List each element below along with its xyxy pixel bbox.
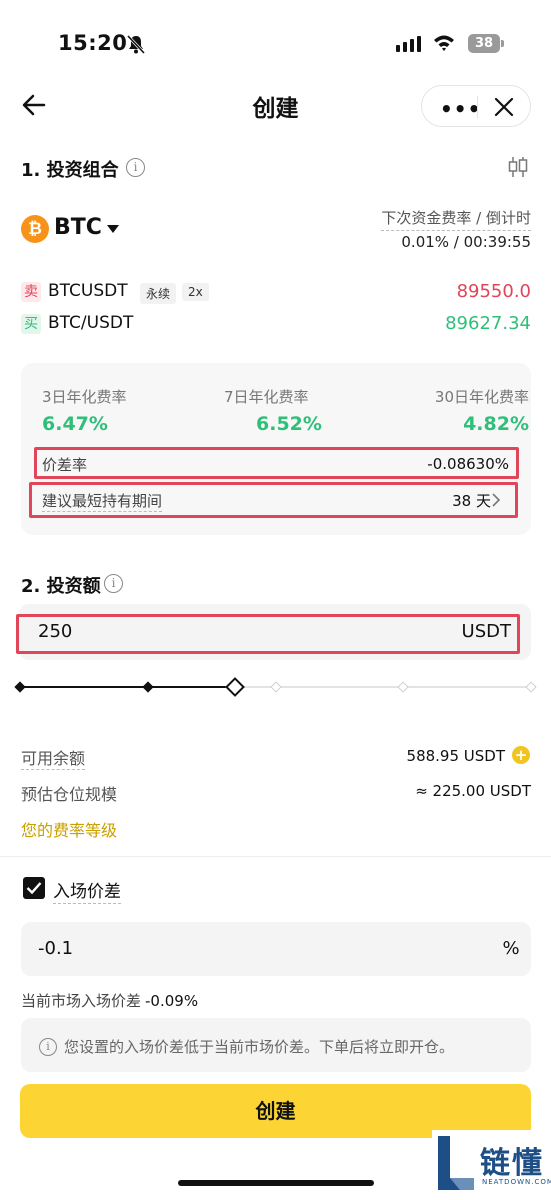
check-icon [26, 882, 42, 895]
slider-mark-25[interactable] [142, 681, 154, 693]
more-icon[interactable]: ••• [440, 97, 481, 121]
hold-period-value[interactable]: 38 天 [452, 490, 491, 511]
section-portfolio-title: 1. 投资组合 [21, 160, 119, 181]
fee-level-link[interactable]: 您的费率等级 [21, 817, 117, 841]
sell-price: 89550.0 [456, 281, 531, 302]
next-funding-rate-value: 0.01% / 00:39:55 [401, 233, 531, 251]
rate-3d-value: 6.47% [42, 413, 108, 435]
section-amount-title: 2. 投资额 [21, 576, 101, 597]
battery-tip [501, 40, 504, 47]
entry-spread-unit: % [502, 938, 520, 959]
battery-icon: 38 [468, 34, 500, 53]
caret-down-icon[interactable] [107, 225, 119, 233]
leverage-chip: 2x [182, 283, 209, 301]
watermark-logo [438, 1136, 474, 1190]
buy-price: 89627.34 [445, 313, 531, 334]
slider-thumb[interactable] [225, 677, 245, 697]
info-icon[interactable]: i [104, 574, 123, 593]
position-label: 预估仓位规模 [21, 785, 118, 804]
sell-pair: BTCUSDT [48, 281, 128, 301]
capsule-divider [477, 96, 478, 118]
slider-track-filled[interactable] [20, 686, 235, 688]
chevron-right-icon[interactable] [491, 493, 501, 507]
buy-tag: 买 [21, 314, 41, 334]
amount-value[interactable]: 250 [38, 621, 72, 642]
cellular-signal-icon [396, 36, 421, 52]
divider [0, 856, 551, 857]
info-icon[interactable]: i [126, 158, 145, 177]
position-value: ≈ 225.00 USDT [415, 782, 531, 800]
slider-mark-100[interactable] [525, 681, 537, 693]
watermark-text: 链懂 [480, 1146, 544, 1181]
bell-muted-icon [126, 34, 146, 55]
rate-7d-label: 7日年化费率 [224, 388, 309, 406]
rate-3d-label: 3日年化费率 [42, 388, 127, 406]
spread-rate-value: -0.08630% [427, 455, 509, 473]
candlestick-icon[interactable] [506, 155, 530, 179]
entry-spread-label[interactable]: 入场价差 [53, 877, 121, 904]
spread-rate-label: 价差率 [42, 456, 88, 474]
slider-mark-62[interactable] [270, 681, 282, 693]
entry-spread-checkbox[interactable] [23, 877, 45, 899]
slider-mark-0[interactable] [14, 681, 26, 693]
home-indicator [178, 1180, 374, 1186]
amount-unit: USDT [461, 621, 511, 642]
next-funding-rate-label[interactable]: 下次资金费率 / 倒计时 [381, 207, 531, 231]
balance-label: 可用余额 [21, 745, 86, 770]
rate-30d-label: 30日年化费率 [434, 388, 529, 406]
buy-pair: BTC/USDT [48, 313, 134, 333]
sell-tag: 卖 [21, 282, 41, 302]
market-spread-value: -0.09% [145, 992, 199, 1010]
amount-highlight [16, 614, 520, 654]
asset-selector[interactable]: BTC [54, 215, 102, 240]
info-icon: i [39, 1038, 57, 1056]
status-time: 15:20 [58, 31, 128, 55]
close-icon[interactable] [493, 96, 515, 118]
market-spread: 当前市场入场价差 -0.09% [21, 990, 198, 1011]
spread-notice-text: 您设置的入场价差低于当前市场价差。下单后将立即开仓。 [64, 1038, 455, 1056]
mini-program-capsule: ••• [421, 85, 531, 127]
wifi-icon [434, 35, 454, 51]
balance-value: 588.95 USDT [406, 747, 505, 765]
watermark-subtext: NEATDOWN.COM [482, 1178, 551, 1186]
hold-period-label[interactable]: 建议最短持有期间 [42, 490, 163, 512]
bitcoin-icon: ₿ [21, 215, 49, 243]
entry-spread-input[interactable] [21, 922, 531, 976]
entry-spread-value[interactable]: -0.1 [38, 938, 73, 959]
rate-30d-value: 4.82% [463, 413, 529, 435]
slider-mark-75[interactable] [397, 681, 409, 693]
plus-icon[interactable]: + [512, 746, 530, 764]
market-spread-label: 当前市场入场价差 [21, 992, 142, 1010]
rate-7d-value: 6.52% [256, 413, 322, 435]
perpetual-chip: 永续 [140, 283, 177, 304]
